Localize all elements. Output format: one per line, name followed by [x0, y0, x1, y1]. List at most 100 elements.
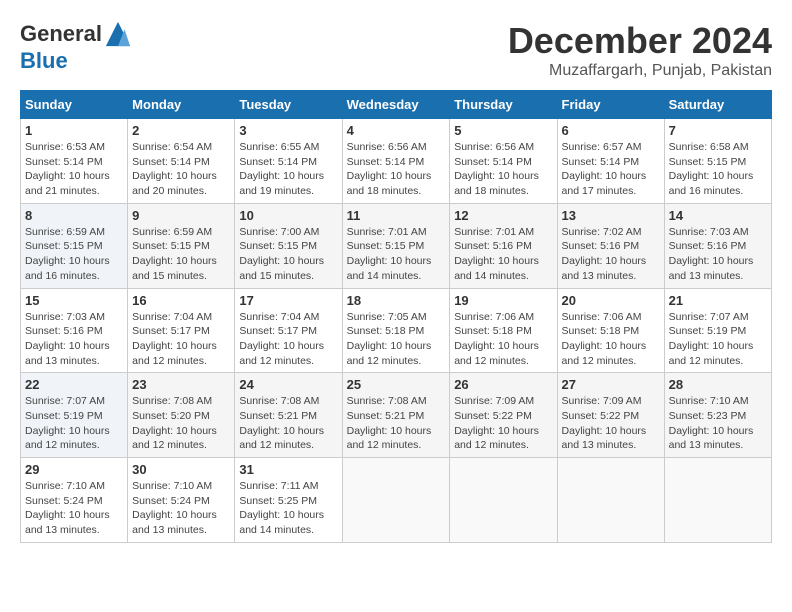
- day-daylight: Daylight: 10 hours and 12 minutes.: [239, 425, 324, 452]
- table-row: 10 Sunrise: 7:00 AM Sunset: 5:15 PM Dayl…: [235, 203, 342, 288]
- day-sunset: Sunset: 5:14 PM: [25, 156, 103, 168]
- table-row: 20 Sunrise: 7:06 AM Sunset: 5:18 PM Dayl…: [557, 288, 664, 373]
- day-sunset: Sunset: 5:17 PM: [239, 325, 317, 337]
- day-daylight: Daylight: 10 hours and 12 minutes.: [239, 340, 324, 367]
- day-sunset: Sunset: 5:24 PM: [132, 495, 210, 507]
- day-number: 4: [347, 123, 446, 138]
- col-thursday: Thursday: [450, 91, 557, 119]
- col-monday: Monday: [128, 91, 235, 119]
- day-sunset: Sunset: 5:19 PM: [669, 325, 747, 337]
- day-sunset: Sunset: 5:25 PM: [239, 495, 317, 507]
- day-sunset: Sunset: 5:14 PM: [239, 156, 317, 168]
- table-row: [664, 458, 771, 543]
- day-sunrise: Sunrise: 7:02 AM: [562, 226, 642, 238]
- day-number: 31: [239, 462, 337, 477]
- table-row: 26 Sunrise: 7:09 AM Sunset: 5:22 PM Dayl…: [450, 373, 557, 458]
- day-number: 24: [239, 377, 337, 392]
- day-sunset: Sunset: 5:22 PM: [454, 410, 532, 422]
- day-sunset: Sunset: 5:21 PM: [239, 410, 317, 422]
- table-row: 3 Sunrise: 6:55 AM Sunset: 5:14 PM Dayli…: [235, 119, 342, 204]
- day-number: 5: [454, 123, 552, 138]
- day-sunrise: Sunrise: 7:10 AM: [25, 480, 105, 492]
- day-number: 20: [562, 293, 660, 308]
- logo-blue-text: Blue: [20, 48, 68, 74]
- day-daylight: Daylight: 10 hours and 12 minutes.: [347, 425, 432, 452]
- day-daylight: Daylight: 10 hours and 13 minutes.: [562, 425, 647, 452]
- day-sunset: Sunset: 5:15 PM: [347, 240, 425, 252]
- table-row: 23 Sunrise: 7:08 AM Sunset: 5:20 PM Dayl…: [128, 373, 235, 458]
- table-row: 21 Sunrise: 7:07 AM Sunset: 5:19 PM Dayl…: [664, 288, 771, 373]
- day-number: 25: [347, 377, 446, 392]
- day-sunrise: Sunrise: 7:08 AM: [347, 395, 427, 407]
- day-sunrise: Sunrise: 7:10 AM: [669, 395, 749, 407]
- day-sunset: Sunset: 5:20 PM: [132, 410, 210, 422]
- day-sunrise: Sunrise: 7:04 AM: [132, 311, 212, 323]
- day-sunset: Sunset: 5:18 PM: [347, 325, 425, 337]
- day-daylight: Daylight: 10 hours and 13 minutes.: [25, 509, 110, 536]
- day-sunrise: Sunrise: 7:07 AM: [669, 311, 749, 323]
- day-number: 11: [347, 208, 446, 223]
- day-number: 2: [132, 123, 230, 138]
- day-sunrise: Sunrise: 6:56 AM: [347, 141, 427, 153]
- table-row: 13 Sunrise: 7:02 AM Sunset: 5:16 PM Dayl…: [557, 203, 664, 288]
- table-row: [450, 458, 557, 543]
- table-row: 24 Sunrise: 7:08 AM Sunset: 5:21 PM Dayl…: [235, 373, 342, 458]
- day-daylight: Daylight: 10 hours and 13 minutes.: [132, 509, 217, 536]
- table-row: 31 Sunrise: 7:11 AM Sunset: 5:25 PM Dayl…: [235, 458, 342, 543]
- day-daylight: Daylight: 10 hours and 12 minutes.: [132, 425, 217, 452]
- table-row: 5 Sunrise: 6:56 AM Sunset: 5:14 PM Dayli…: [450, 119, 557, 204]
- table-row: 8 Sunrise: 6:59 AM Sunset: 5:15 PM Dayli…: [21, 203, 128, 288]
- day-sunrise: Sunrise: 7:07 AM: [25, 395, 105, 407]
- day-daylight: Daylight: 10 hours and 13 minutes.: [562, 255, 647, 282]
- day-sunset: Sunset: 5:14 PM: [454, 156, 532, 168]
- table-row: 15 Sunrise: 7:03 AM Sunset: 5:16 PM Dayl…: [21, 288, 128, 373]
- day-number: 26: [454, 377, 552, 392]
- table-row: 6 Sunrise: 6:57 AM Sunset: 5:14 PM Dayli…: [557, 119, 664, 204]
- table-row: 2 Sunrise: 6:54 AM Sunset: 5:14 PM Dayli…: [128, 119, 235, 204]
- day-number: 27: [562, 377, 660, 392]
- day-number: 18: [347, 293, 446, 308]
- day-sunrise: Sunrise: 7:08 AM: [239, 395, 319, 407]
- col-wednesday: Wednesday: [342, 91, 450, 119]
- day-number: 6: [562, 123, 660, 138]
- calendar: Sunday Monday Tuesday Wednesday Thursday…: [20, 90, 772, 543]
- day-sunset: Sunset: 5:15 PM: [25, 240, 103, 252]
- day-number: 16: [132, 293, 230, 308]
- day-number: 15: [25, 293, 123, 308]
- day-daylight: Daylight: 10 hours and 12 minutes.: [669, 340, 754, 367]
- logo-icon: [104, 20, 132, 48]
- day-sunset: Sunset: 5:19 PM: [25, 410, 103, 422]
- day-sunrise: Sunrise: 7:00 AM: [239, 226, 319, 238]
- day-number: 28: [669, 377, 767, 392]
- day-sunrise: Sunrise: 7:04 AM: [239, 311, 319, 323]
- day-sunset: Sunset: 5:17 PM: [132, 325, 210, 337]
- day-daylight: Daylight: 10 hours and 12 minutes.: [132, 340, 217, 367]
- table-row: 27 Sunrise: 7:09 AM Sunset: 5:22 PM Dayl…: [557, 373, 664, 458]
- day-number: 12: [454, 208, 552, 223]
- day-number: 21: [669, 293, 767, 308]
- day-sunrise: Sunrise: 6:58 AM: [669, 141, 749, 153]
- day-daylight: Daylight: 10 hours and 16 minutes.: [25, 255, 110, 282]
- day-sunset: Sunset: 5:15 PM: [239, 240, 317, 252]
- day-sunrise: Sunrise: 7:06 AM: [454, 311, 534, 323]
- day-daylight: Daylight: 10 hours and 12 minutes.: [347, 340, 432, 367]
- day-sunrise: Sunrise: 7:03 AM: [25, 311, 105, 323]
- day-sunrise: Sunrise: 7:11 AM: [239, 480, 318, 492]
- day-daylight: Daylight: 10 hours and 14 minutes.: [454, 255, 539, 282]
- day-sunset: Sunset: 5:14 PM: [347, 156, 425, 168]
- day-number: 30: [132, 462, 230, 477]
- day-number: 17: [239, 293, 337, 308]
- day-daylight: Daylight: 10 hours and 13 minutes.: [669, 255, 754, 282]
- day-number: 14: [669, 208, 767, 223]
- logo-general-text: General: [20, 21, 102, 47]
- day-sunset: Sunset: 5:15 PM: [132, 240, 210, 252]
- table-row: 18 Sunrise: 7:05 AM Sunset: 5:18 PM Dayl…: [342, 288, 450, 373]
- day-sunrise: Sunrise: 7:10 AM: [132, 480, 212, 492]
- day-sunrise: Sunrise: 7:08 AM: [132, 395, 212, 407]
- location: Muzaffargarh, Punjab, Pakistan: [508, 62, 772, 80]
- day-sunrise: Sunrise: 6:59 AM: [25, 226, 105, 238]
- day-sunset: Sunset: 5:21 PM: [347, 410, 425, 422]
- col-tuesday: Tuesday: [235, 91, 342, 119]
- col-saturday: Saturday: [664, 91, 771, 119]
- table-row: 22 Sunrise: 7:07 AM Sunset: 5:19 PM Dayl…: [21, 373, 128, 458]
